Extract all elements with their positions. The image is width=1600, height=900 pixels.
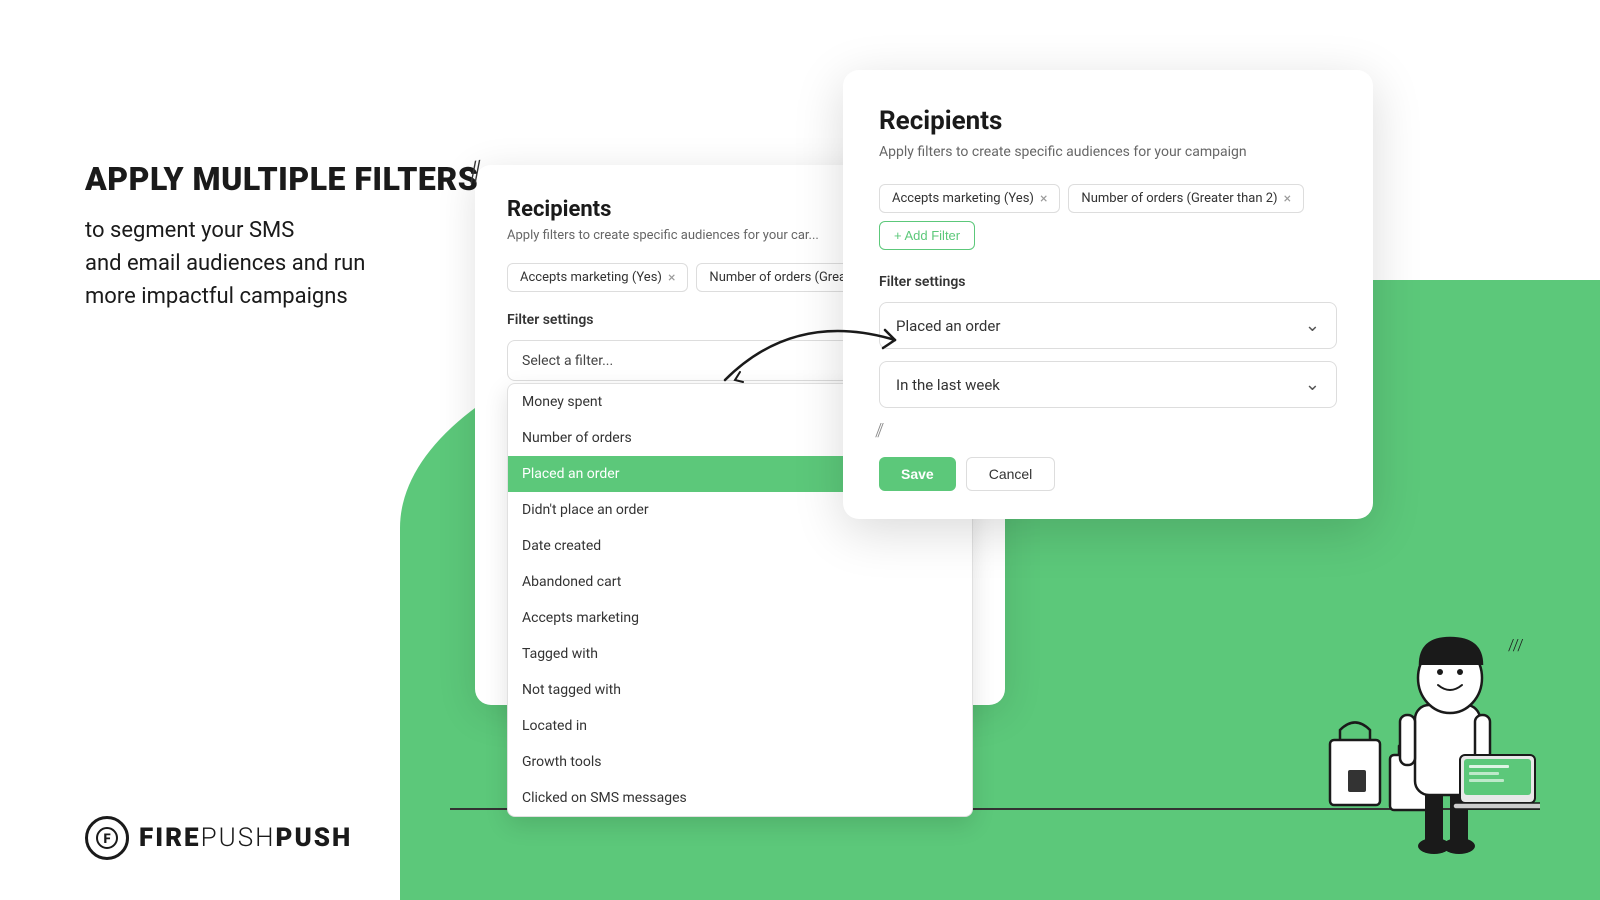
- curved-arrow-decoration: [715, 300, 915, 404]
- logo-icon: F: [85, 816, 129, 860]
- main-heading: APPLY MULTIPLE FILTERS: [85, 160, 478, 198]
- dropdown-item-tagged-with[interactable]: Tagged with: [508, 636, 972, 672]
- bg-dropdown-selected-value: Select a filter...: [522, 353, 613, 369]
- front-dropdown-2[interactable]: In the last week ⌄: [879, 361, 1337, 408]
- svg-text:///: ///: [1508, 635, 1524, 654]
- front-remove-tag-0-btn[interactable]: ×: [1040, 192, 1047, 206]
- dropdown-item-date-created[interactable]: Date created: [508, 528, 972, 564]
- decorative-slashes-card: //: [875, 420, 1337, 441]
- front-filter-tag-0[interactable]: Accepts marketing (Yes) ×: [879, 184, 1060, 213]
- dropdown-item-accepts-marketing[interactable]: Accepts marketing: [508, 600, 972, 636]
- save-button[interactable]: Save: [879, 457, 956, 491]
- logo-text: FIREPUSHPUSH: [139, 823, 352, 853]
- front-filter-tag-1[interactable]: Number of orders (Greater than 2) ×: [1068, 184, 1304, 213]
- illustration-figure: ///: [1320, 520, 1540, 840]
- dropdown-item-not-tagged-with[interactable]: Not tagged with: [508, 672, 972, 708]
- svg-text:F: F: [103, 832, 110, 847]
- left-content-section: APPLY MULTIPLE FILTERS to segment your S…: [85, 160, 478, 313]
- front-filter-tags: Accepts marketing (Yes) × Number of orde…: [879, 184, 1337, 250]
- front-dropdown-1[interactable]: Placed an order ⌄: [879, 302, 1337, 349]
- front-dropdown-2-chevron-icon: ⌄: [1305, 374, 1320, 395]
- front-card-subtitle: Apply filters to create specific audienc…: [879, 144, 1337, 160]
- action-buttons: Save Cancel: [879, 457, 1337, 491]
- dropdown-item-abandoned-cart[interactable]: Abandoned cart: [508, 564, 972, 600]
- cancel-button[interactable]: Cancel: [966, 457, 1056, 491]
- front-filter-settings-label: Filter settings: [879, 274, 1337, 290]
- bg-filter-tag-0[interactable]: Accepts marketing (Yes) ×: [507, 263, 688, 292]
- front-card-title: Recipients: [879, 106, 1337, 136]
- logo: F FIREPUSHPUSH: [85, 816, 352, 860]
- front-card: Recipients Apply filters to create speci…: [843, 70, 1373, 519]
- sub-text: to segment your SMSand email audiences a…: [85, 214, 478, 313]
- front-remove-tag-1-btn[interactable]: ×: [1284, 192, 1291, 206]
- front-filter-settings-section: Filter settings Placed an order ⌄ In the…: [879, 274, 1337, 491]
- remove-tag-0-btn[interactable]: ×: [668, 271, 675, 285]
- add-filter-button[interactable]: + Add Filter: [879, 221, 975, 250]
- dropdown-item-clicked-on-sms[interactable]: Clicked on SMS messages: [508, 780, 972, 816]
- front-dropdown-1-chevron-icon: ⌄: [1305, 315, 1320, 336]
- dropdown-item-growth-tools[interactable]: Growth tools: [508, 744, 972, 780]
- dropdown-item-located-in[interactable]: Located in: [508, 708, 972, 744]
